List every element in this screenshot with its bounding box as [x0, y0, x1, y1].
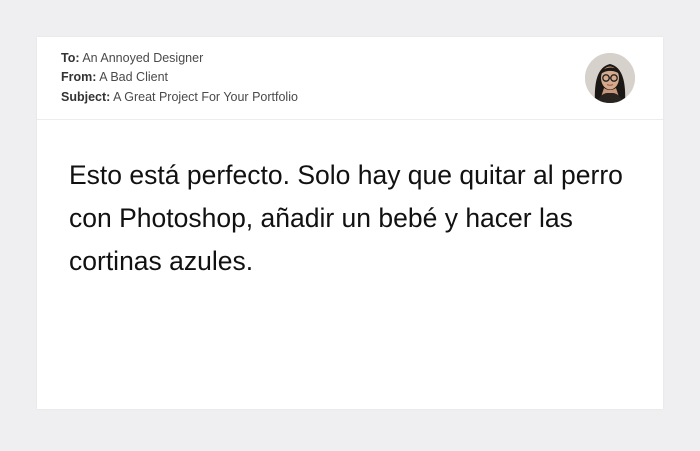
subject-line: Subject: A Great Project For Your Portfo…	[61, 90, 298, 105]
email-card: To: An Annoyed Designer From: A Bad Clie…	[37, 37, 663, 409]
avatar	[585, 53, 635, 103]
to-value: An Annoyed Designer	[82, 51, 204, 65]
to-line: To: An Annoyed Designer	[61, 51, 203, 66]
from-value: A Bad Client	[99, 70, 169, 84]
email-body-text: Esto está perfecto. Solo hay que quitar …	[69, 160, 623, 276]
from-line: From: A Bad Client	[61, 70, 168, 85]
email-header: To: An Annoyed Designer From: A Bad Clie…	[37, 37, 663, 120]
subject-value: A Great Project For Your Portfolio	[113, 90, 298, 104]
user-avatar-icon	[585, 53, 635, 103]
to-label: To:	[61, 51, 80, 65]
subject-label: Subject:	[61, 90, 111, 104]
from-label: From:	[61, 70, 97, 84]
